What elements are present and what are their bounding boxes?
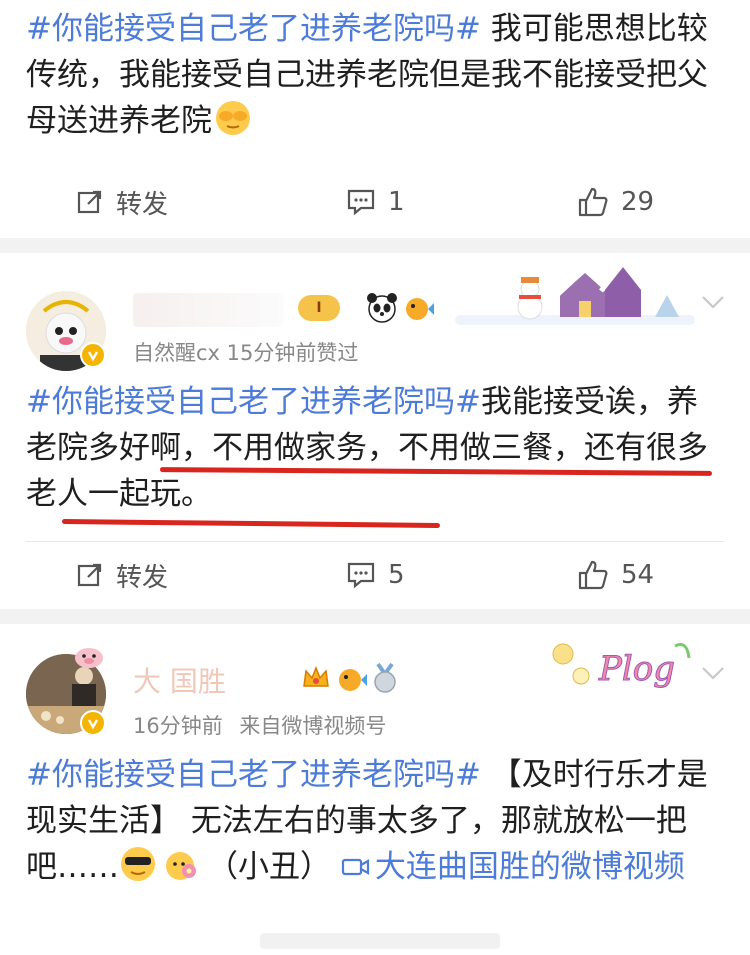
post-source[interactable]: 来自微博视频号 <box>239 714 386 738</box>
comment-icon <box>347 562 375 589</box>
plog-card-decoration: Plog <box>543 630 693 696</box>
comment-count: 1 <box>388 187 405 217</box>
snowman-house-card-decoration <box>455 255 695 327</box>
repost-label: 转发 <box>116 562 169 593</box>
thumbs-up-icon <box>578 560 608 590</box>
thumbs-up-icon <box>578 187 608 217</box>
share-icon <box>77 563 102 587</box>
pufferfish-icon <box>401 291 435 325</box>
repost-button[interactable]: 转发 <box>76 545 168 605</box>
verified-badge <box>80 342 106 368</box>
medal-icon <box>370 662 400 694</box>
cool-face-emoji <box>119 845 157 883</box>
repost-button[interactable]: 转发 <box>76 172 168 232</box>
comment-icon <box>347 189 375 216</box>
topic-link[interactable]: #你能接受自己老了进养老院吗# <box>26 384 481 420</box>
post-card-3[interactable]: 大 国胜 Plog 16分钟前 来自微博视频号 #你能接受自己老了进养老院吗# … <box>0 624 750 955</box>
post-meta: 自然醒cx 15分钟前赞过 <box>133 341 359 365</box>
comment-button[interactable]: 5 <box>346 545 405 605</box>
panda-icon <box>365 291 399 325</box>
flower-face-emoji <box>161 845 199 883</box>
post-body: #你能接受自己老了进养老院吗# 【及时行乐才是现实生活】 无法左右的事太多了，那… <box>26 752 726 890</box>
crown-icon <box>300 662 332 694</box>
like-count: 29 <box>621 187 655 217</box>
video-link[interactable]: 大连曲国胜的微博视频 <box>341 849 685 885</box>
level-badge-I-icon: I <box>298 295 340 321</box>
chevron-down-icon[interactable] <box>700 660 726 686</box>
username-blurred[interactable] <box>133 293 283 327</box>
red-underline-annotation <box>61 519 441 528</box>
svg-text:Plog: Plog <box>598 649 675 689</box>
post-actions: 转发 5 54 <box>0 545 750 605</box>
pig-sticker-icon <box>72 644 106 670</box>
like-count: 54 <box>621 560 655 590</box>
post-body: #你能接受自己老了进养老院吗#我能接受诶，养老院多好啊，不用做家务，不用做三餐，… <box>26 379 726 517</box>
comment-button[interactable]: 1 <box>346 172 405 232</box>
topic-link[interactable]: #你能接受自己老了进养老院吗# <box>26 757 481 793</box>
topic-link[interactable]: #你能接受自己老了进养老院吗# <box>26 11 481 47</box>
face-covering-eyes-emoji <box>214 99 252 137</box>
bottom-placeholder-bar <box>260 933 500 949</box>
like-button[interactable]: 29 <box>577 172 654 232</box>
username[interactable]: 大 国胜 <box>133 660 226 700</box>
share-icon <box>77 190 102 214</box>
post-time: 16分钟前 <box>133 714 223 738</box>
verified-badge <box>80 710 106 736</box>
post-actions: 转发 1 29 <box>0 172 750 232</box>
chevron-down-icon[interactable] <box>700 289 726 315</box>
repost-label: 转发 <box>116 189 169 220</box>
pufferfish-icon <box>334 662 368 696</box>
video-link-text: 大连曲国胜的微博视频 <box>374 849 685 885</box>
post-meta: 16分钟前 来自微博视频号 <box>133 710 386 740</box>
like-button[interactable]: 54 <box>577 545 654 605</box>
comment-count: 5 <box>388 560 405 590</box>
post-text-suffix: （小丑） <box>207 849 341 885</box>
post-card-1[interactable]: #你能接受自己老了进养老院吗# 我可能思想比较传统，我能接受自己进养老院但是我不… <box>0 0 750 238</box>
post-card-2[interactable]: I 自然醒cx 15分钟前赞过 #你能接受自己老了进养老院吗#我能接受诶，养老院… <box>0 253 750 609</box>
divider <box>26 541 724 542</box>
video-icon <box>341 858 369 876</box>
post-body: #你能接受自己老了进养老院吗# 我可能思想比较传统，我能接受自己进养老院但是我不… <box>26 6 726 144</box>
